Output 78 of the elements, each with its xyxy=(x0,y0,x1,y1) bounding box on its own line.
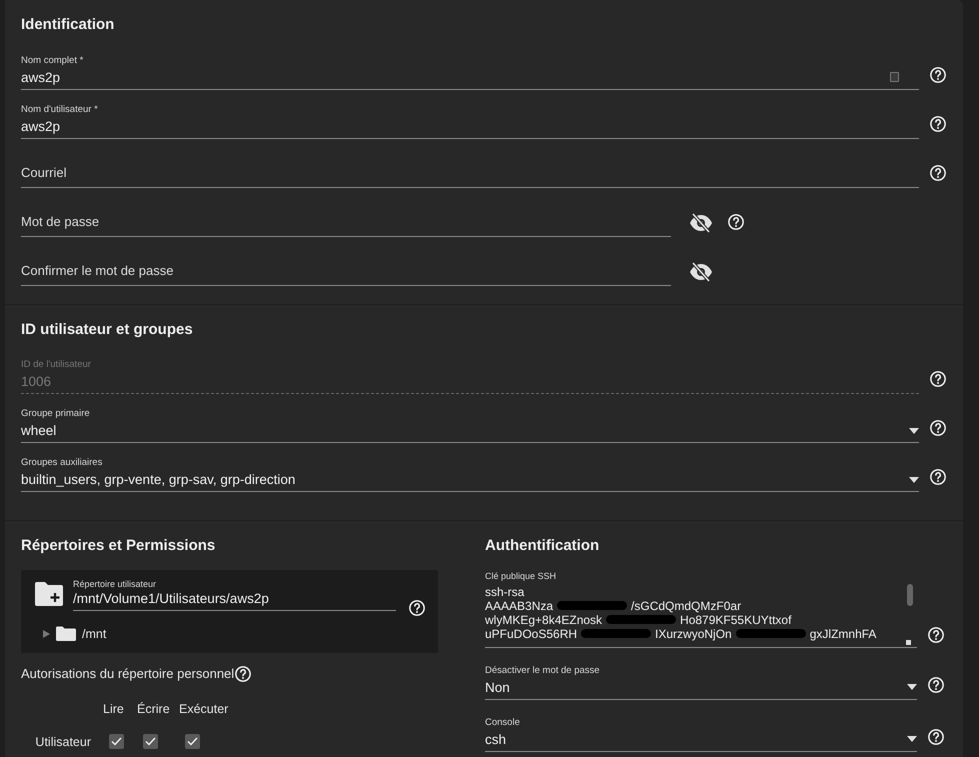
hidden-eye-icon[interactable] xyxy=(689,212,713,232)
ssh-key-field[interactable]: Clé publique SSH ssh-rsa AAAAB3Nza /sGCdQmdQMzF0ar wlyMKEg+8k4EZnosk Ho879KF55KUYttxof uPFuDOoS56RH IXurzwyoNjOn gxJlZmnhFA xyxy=(485,570,917,648)
redaction-mark xyxy=(736,629,806,638)
select-field[interactable]: Groupes auxiliaires builtin_users, grp-vente, grp-sav, grp-direction xyxy=(21,451,919,492)
field-label: Groupe primaire xyxy=(21,408,91,420)
section-title: Identification xyxy=(21,15,116,35)
key-text: Ho879KF55KUYttxof xyxy=(680,612,792,626)
input-field[interactable]: Nom complet * aws2p xyxy=(21,48,919,90)
key-text: AAAAB3Nza xyxy=(485,598,554,612)
section-title: Répertoires et Permissions xyxy=(21,536,216,556)
field-label: Désactiver le mot de passe xyxy=(485,664,601,676)
checkbox[interactable] xyxy=(185,734,200,750)
field-value: 1006 xyxy=(21,373,52,390)
help-icon[interactable] xyxy=(927,728,945,746)
row-label: Utilisateur xyxy=(34,734,92,750)
input-field[interactable]: Confirmer le mot de passe xyxy=(21,244,671,286)
folder-icon xyxy=(56,626,76,642)
field-value: Non xyxy=(485,678,510,696)
key-text: IXurzwyoNjOn xyxy=(655,626,732,640)
help-icon[interactable] xyxy=(927,676,945,694)
input-field[interactable]: Nom d'utilisateur * aws2p xyxy=(21,98,919,138)
column-header: Écrire xyxy=(136,700,171,718)
field-value: wheel xyxy=(21,422,56,439)
help-icon[interactable] xyxy=(927,626,945,644)
field-placeholder: Confirmer le mot de passe xyxy=(21,262,174,278)
collapsed-arrow-icon[interactable] xyxy=(43,630,50,638)
help-icon[interactable] xyxy=(929,164,947,182)
checkbox[interactable] xyxy=(109,734,124,750)
dropdown-caret-icon xyxy=(907,736,917,742)
field-placeholder: Courriel xyxy=(21,164,67,180)
key-text: wlyMKEg+8k4EZnosk xyxy=(485,612,602,626)
key-text: ssh-rsa xyxy=(485,584,524,598)
hidden-eye-icon[interactable] xyxy=(689,262,713,282)
section-title: Authentification xyxy=(485,536,600,556)
help-icon[interactable] xyxy=(929,419,947,437)
help-icon[interactable] xyxy=(408,598,426,616)
field-value: aws2p xyxy=(21,68,60,86)
key-text: uPFuDOoS56RH xyxy=(485,626,578,640)
help-icon[interactable] xyxy=(234,665,252,683)
field-label: Nom d'utilisateur * xyxy=(21,104,99,116)
field-placeholder: Mot de passe xyxy=(21,212,100,230)
scrollbar-thumb xyxy=(907,584,913,606)
redaction-mark xyxy=(606,615,676,624)
select-field[interactable]: Désactiver le mot de passe Non xyxy=(485,658,917,700)
field-value: aws2p xyxy=(21,118,60,134)
permissions-label: Autorisations du répertoire personnel xyxy=(21,665,234,684)
column-header: Lire xyxy=(102,700,125,718)
field-label: ID de l'utilisateur xyxy=(21,359,92,371)
dropdown-caret-icon xyxy=(907,684,917,690)
redaction-mark xyxy=(581,629,652,638)
field-label: Nom complet * xyxy=(21,54,84,66)
key-text: gxJlZmnhFA xyxy=(810,626,876,640)
field-label: Groupes auxiliaires xyxy=(21,457,104,469)
input-field[interactable]: Répertoire utilisateur /mnt/Volume1/Utilisateurs/aws2p xyxy=(73,578,396,610)
resize-handle-icon xyxy=(906,640,911,644)
dropdown-caret-icon xyxy=(909,476,919,482)
checkbox[interactable] xyxy=(143,734,158,750)
column-header: Exécuter xyxy=(178,700,230,718)
help-icon[interactable] xyxy=(929,468,947,486)
dropdown-caret-icon xyxy=(909,428,919,434)
field-label: Répertoire utilisateur xyxy=(73,578,158,590)
field-label: Console xyxy=(485,716,521,728)
help-icon[interactable] xyxy=(929,114,947,132)
tree-item[interactable]: /mnt xyxy=(82,624,106,644)
section-title: ID utilisateur et groupes xyxy=(21,320,194,340)
select-field[interactable]: Console csh xyxy=(485,710,917,752)
help-icon[interactable] xyxy=(929,66,947,84)
field-label: Clé publique SSH xyxy=(485,570,558,582)
input-field[interactable]: Mot de passe xyxy=(21,196,671,236)
field-value: /mnt/Volume1/Utilisateurs/aws2p xyxy=(73,590,270,606)
input-field[interactable]: Courriel xyxy=(21,146,919,188)
key-text: /sGCdQmdQMzF0ar xyxy=(631,598,742,612)
folder-add-icon[interactable] xyxy=(33,580,65,606)
field-value: builtin_users, grp-vente, grp-sav, grp-direction xyxy=(21,471,296,488)
redaction-mark xyxy=(557,601,628,610)
field-value: csh xyxy=(485,730,506,748)
help-icon[interactable] xyxy=(727,212,745,230)
select-field[interactable]: Groupe primaire wheel xyxy=(21,402,919,443)
